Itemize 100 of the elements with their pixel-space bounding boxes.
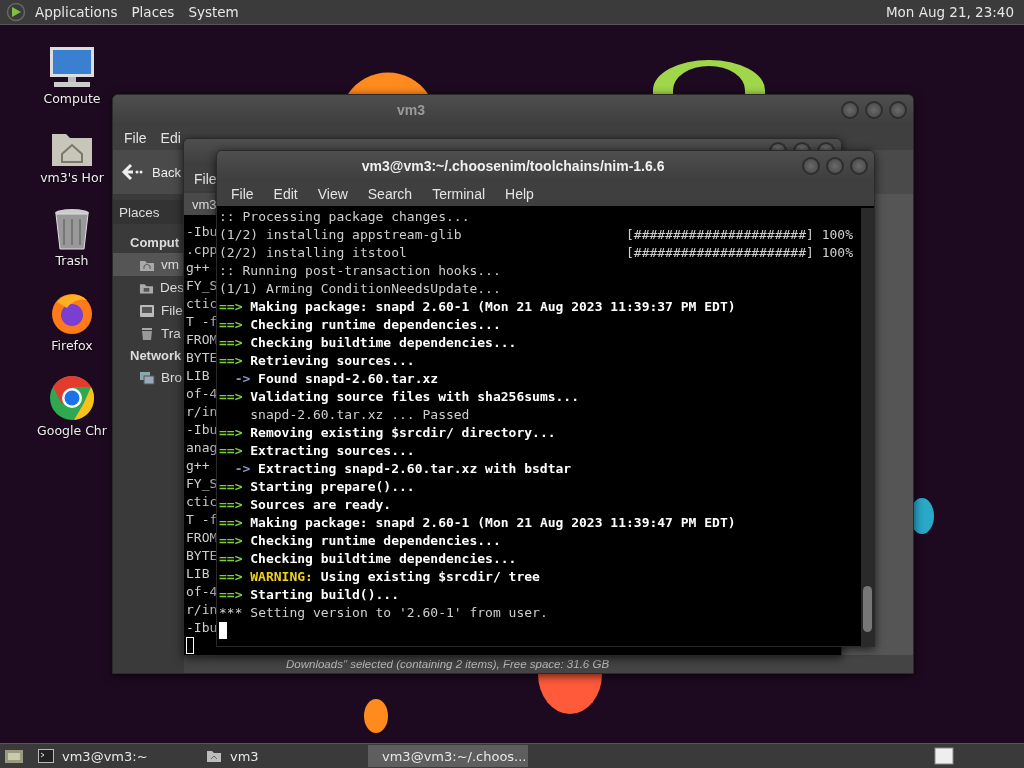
terminal-line: ctic — [186, 295, 218, 313]
terminal-line: Checking buildtime dependencies... — [250, 334, 517, 352]
terminal-line: :: Running post-transaction hooks... — [219, 262, 501, 280]
prompt-arrow: ==> — [219, 298, 243, 316]
terminal-line: (2/2) installing itstool — [219, 244, 408, 262]
terminal-line: .cpp — [186, 241, 218, 259]
menu-item[interactable]: Edit — [265, 183, 306, 204]
terminal-line: g++ — [186, 259, 210, 277]
terminal-line: Using existing $srcdir/ tree — [320, 568, 540, 586]
network-icon — [139, 370, 155, 385]
window-button[interactable] — [826, 157, 844, 175]
menu-item[interactable]: Edi — [155, 127, 186, 148]
menu-item[interactable]: View — [309, 183, 356, 204]
terminal-line: Validating source files with sha256sums... — [250, 388, 580, 406]
prompt-arrow: ==> — [219, 334, 243, 352]
window-title: vm3 — [397, 102, 425, 118]
terminal-line: FY_S — [186, 475, 218, 493]
prompt-arrow: ==> — [219, 424, 243, 442]
terminal-line: of-4 — [186, 385, 218, 403]
workspace-switcher-icon[interactable] — [934, 747, 954, 765]
progress-text: [######################] 100% — [626, 226, 853, 244]
panel-menu[interactable]: Applications — [30, 2, 123, 22]
desktop-icon-label[interactable]: Compute — [43, 91, 101, 106]
terminal-line: anag — [186, 439, 218, 457]
window-button[interactable] — [865, 101, 883, 119]
terminal-line: Making package: snapd 2.60-1 (Mon 21 Aug 2023 11:39:37 PM EDT) — [250, 298, 736, 316]
prompt-arrow: ==> — [219, 442, 243, 460]
prompt-arrow: ==> — [219, 496, 243, 514]
menu-item[interactable]: Terminal — [424, 183, 494, 204]
terminal-line: snapd-2.60.tar.xz ... Passed — [250, 406, 470, 424]
terminal-line: Starting prepare()... — [250, 478, 415, 496]
menu-item[interactable]: File — [194, 168, 217, 189]
panel-menu[interactable]: System — [183, 2, 244, 22]
taskbar-item[interactable]: vm3@vm3:~ — [32, 745, 192, 767]
terminal-line: :: Processing package changes... — [219, 208, 470, 226]
text-cursor — [186, 637, 194, 654]
terminal-line: (1/1) Arming ConditionNeedsUpdate... — [219, 280, 501, 298]
terminal-line: Extracting snapd-2.60.tar.xz with bsdtar — [258, 460, 572, 478]
terminal-line: Starting build()... — [250, 586, 399, 604]
show-desktop-icon[interactable] — [4, 747, 24, 765]
sidebar-item[interactable]: vm — [113, 253, 184, 276]
terminal-line: Checking buildtime dependencies... — [250, 550, 517, 568]
window-button[interactable] — [841, 101, 859, 119]
panel-menu[interactable]: Places — [126, 2, 180, 22]
prompt-arrow: -> — [234, 460, 251, 478]
terminal-line: T -f — [186, 511, 218, 529]
terminal-line: of-4 — [186, 583, 218, 601]
terminal-tab[interactable]: vm3 — [184, 193, 215, 215]
progress-text: [######################] 100% — [626, 244, 853, 262]
terminal-line: *** Setting version to '2.60-1' from user. — [219, 604, 548, 622]
terminal-line: -Ibu — [186, 421, 218, 439]
desktop-icon-label[interactable]: vm3's Hor — [40, 170, 104, 185]
computer-icon — [48, 45, 96, 89]
menu-logo-icon[interactable] — [6, 2, 26, 22]
trash-icon — [52, 207, 92, 251]
terminal-line: (1/2) installing appstream-glib — [219, 226, 463, 244]
terminal-line: Checking runtime dependencies... — [250, 532, 501, 550]
terminal-line: Retrieving sources... — [250, 352, 415, 370]
prompt-arrow: -> — [234, 370, 251, 388]
scrollbar[interactable] — [861, 208, 874, 646]
window-button[interactable] — [889, 101, 907, 119]
terminal-line: Found snapd-2.60.tar.xz — [258, 370, 439, 388]
desktop-icon-label[interactable]: Google Chr — [37, 423, 107, 438]
text-cursor — [219, 622, 227, 639]
terminal-line: r/in — [186, 403, 218, 421]
menu-item[interactable]: Search — [359, 183, 421, 204]
chrome-icon — [49, 375, 95, 421]
terminal-line: Checking runtime dependencies... — [250, 316, 501, 334]
terminal-line: -Ibu — [186, 223, 218, 241]
sidebar-heading: Comput — [129, 234, 181, 252]
terminal-line: FY_S — [186, 277, 218, 295]
taskbar-item[interactable]: vm3 — [200, 745, 360, 767]
desktop-icon-label[interactable]: Trash — [55, 253, 89, 268]
sidebar-heading: Network — [129, 347, 183, 365]
trash-icon — [139, 326, 155, 341]
terminal-line: r/in — [186, 601, 218, 619]
sidebar-item[interactable]: Bro — [113, 366, 184, 389]
window-button[interactable] — [850, 157, 868, 175]
terminal-line: Sources are ready. — [250, 496, 392, 514]
terminal-line: BYTE — [186, 349, 218, 367]
status-text: Downloads" selected (containing 2 items), Free space: 31.6 GB — [286, 658, 610, 670]
prompt-arrow: ==> — [219, 586, 243, 604]
taskbar-item[interactable]: vm3@vm3:~/.choos... — [368, 745, 528, 767]
terminal-icon — [38, 749, 54, 763]
prompt-arrow: ==> — [219, 388, 243, 406]
menu-item[interactable]: File — [119, 127, 152, 148]
back-button[interactable]: Back — [119, 161, 183, 183]
terminal-line: Removing existing $srcdir/ directory... — [250, 424, 556, 442]
window-button[interactable] — [802, 157, 820, 175]
terminal-line: Extracting sources... — [250, 442, 415, 460]
terminal-line: T -f — [186, 313, 218, 331]
folder-icon — [206, 749, 222, 763]
terminal-line: LIB — [186, 367, 210, 385]
window-title: vm3@vm3:~/.choosenim/toolchains/nim-1.6.6 — [361, 158, 665, 174]
menu-item[interactable]: Help — [497, 183, 542, 204]
desktop-icon-label[interactable]: Firefox — [51, 338, 93, 353]
sidebar-item[interactable]: Tra — [113, 322, 184, 345]
back-arrow-icon — [121, 163, 143, 181]
menu-item[interactable]: File — [223, 183, 262, 204]
places-dropdown[interactable]: Places — [113, 200, 184, 224]
